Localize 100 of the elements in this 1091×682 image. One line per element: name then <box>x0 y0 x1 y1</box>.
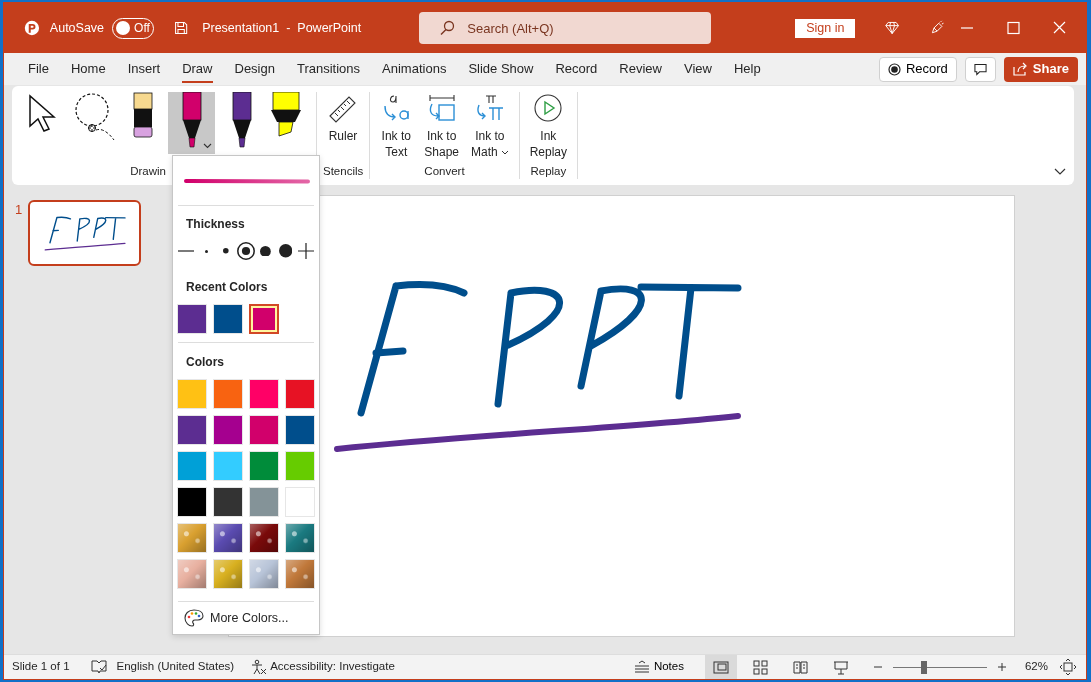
ribbon-tab[interactable]: Draw <box>182 54 213 84</box>
pen-sparkle-icon[interactable] <box>929 19 944 37</box>
color-swatch[interactable] <box>213 451 243 481</box>
maximize-icon <box>1006 21 1020 35</box>
increase-thickness-icon <box>297 243 314 259</box>
texture-swatch[interactable] <box>177 523 207 553</box>
record-button[interactable]: Record <box>878 56 957 82</box>
section-title: Thickness <box>185 216 246 233</box>
section-title: Colors <box>185 354 225 371</box>
app-logo-icon <box>24 18 40 38</box>
texture-swatch[interactable] <box>213 523 243 553</box>
color-swatch[interactable] <box>249 415 279 445</box>
color-swatch[interactable] <box>249 451 279 481</box>
color-swatch[interactable] <box>285 415 315 445</box>
ribbon-tab[interactable]: View <box>684 54 712 84</box>
pen-tool[interactable] <box>168 92 215 154</box>
accessibility-status[interactable]: Accessibility: Investigate <box>270 658 395 676</box>
fit-to-window-icon[interactable] <box>1060 659 1076 675</box>
reading-view-icon <box>792 659 809 675</box>
ribbon-command-button[interactable]: Ruler <box>323 92 363 144</box>
diamond-icon[interactable] <box>885 20 900 36</box>
ribbon-tab[interactable]: Insert <box>127 54 161 84</box>
ribbon-command-button[interactable]: Ink to Text <box>376 92 417 160</box>
thickness-dot-icon <box>260 245 272 257</box>
ribbon-tab[interactable]: Animations <box>382 54 447 84</box>
slide-number: 1 <box>15 201 23 219</box>
ribbon-tab[interactable]: Home <box>70 54 106 84</box>
group-label: Replay <box>529 164 568 179</box>
thickness-dot-icon <box>223 248 229 254</box>
color-swatch[interactable] <box>177 451 207 481</box>
slide-thumbnail[interactable] <box>28 200 142 266</box>
search-field[interactable]: Search (Alt+Q) <box>419 12 712 44</box>
comment-button[interactable] <box>964 56 996 82</box>
ribbon-command-button[interactable]: Ink to Math <box>467 92 513 160</box>
sorter-view-icon <box>752 659 769 675</box>
slide-counter: Slide 1 of 1 <box>12 659 70 675</box>
color-swatch[interactable] <box>285 379 315 409</box>
autosave-label: AutoSave <box>49 19 105 37</box>
highlighter-icon <box>269 92 303 140</box>
color-swatch[interactable] <box>177 304 207 334</box>
save-icon[interactable] <box>173 19 189 37</box>
caret-icon <box>203 143 212 149</box>
notes-icon <box>633 660 650 674</box>
ribbon-tab[interactable]: Help <box>733 54 761 84</box>
color-swatch[interactable] <box>213 304 243 334</box>
window-title: Presentation1 - PowerPoint <box>202 19 362 37</box>
more-colors-button[interactable]: More Colors... <box>184 609 319 628</box>
notes-button[interactable]: Notes <box>633 658 684 676</box>
plus-icon <box>996 662 1007 673</box>
color-swatch[interactable] <box>177 379 207 409</box>
color-swatch[interactable] <box>213 487 243 517</box>
group-label: Stencils <box>323 164 364 179</box>
show-view-icon <box>832 659 849 675</box>
group-label: Drawin <box>130 164 166 179</box>
ribbon-command-button[interactable]: Ink to Shape <box>420 92 463 160</box>
sign-in-button[interactable]: Sign in <box>795 18 856 38</box>
ribbon-tab[interactable]: File <box>28 54 49 84</box>
eraser-icon <box>132 92 154 140</box>
color-swatch[interactable] <box>213 379 243 409</box>
color-swatch[interactable] <box>285 451 315 481</box>
ribbon-tab[interactable]: Record <box>555 54 598 84</box>
texture-swatch[interactable] <box>285 523 315 553</box>
increase-thickness-button[interactable] <box>296 241 315 261</box>
group-label: Convert <box>423 164 466 179</box>
ribbon-tab[interactable]: Transitions <box>296 54 361 84</box>
replay-icon <box>532 92 565 124</box>
color-swatch[interactable] <box>249 379 279 409</box>
thickness-dot-icon <box>204 249 208 253</box>
ribbon-command-button[interactable]: Ink Replay <box>525 92 572 160</box>
accessibility-icon[interactable] <box>251 659 268 675</box>
language-indicator[interactable]: English (United States) <box>116 658 235 676</box>
search-icon <box>439 20 456 36</box>
texture-swatch[interactable] <box>249 523 279 553</box>
texture-swatch[interactable] <box>285 559 315 589</box>
share-icon <box>1012 62 1028 76</box>
color-swatch[interactable] <box>249 304 279 334</box>
ribbon-tab[interactable]: Design <box>234 54 275 84</box>
share-button[interactable]: Share <box>1003 56 1078 82</box>
color-swatch[interactable] <box>177 487 207 517</box>
texture-swatch[interactable] <box>249 559 279 589</box>
speech-bubble-icon <box>973 62 987 76</box>
color-swatch[interactable] <box>213 415 243 445</box>
color-swatch[interactable] <box>249 487 279 517</box>
collapse-ribbon-icon[interactable] <box>1054 168 1066 176</box>
thickness-dot-icon <box>279 244 293 258</box>
ribbon-tab[interactable]: Slide Show <box>468 54 534 84</box>
view-button[interactable] <box>704 655 737 679</box>
book-check-icon[interactable] <box>90 660 107 674</box>
color-swatch[interactable] <box>177 415 207 445</box>
section-title: Recent Colors <box>185 279 269 296</box>
selected-thickness-button[interactable] <box>236 241 256 261</box>
color-swatch[interactable] <box>285 487 315 517</box>
record-icon <box>887 62 901 76</box>
selected-thickness-icon <box>237 242 255 260</box>
texture-swatch[interactable] <box>177 559 207 589</box>
zoom-level[interactable]: 62% <box>1024 658 1048 676</box>
close-icon <box>1052 21 1066 35</box>
texture-swatch[interactable] <box>213 559 243 589</box>
normal-view-icon <box>712 659 729 675</box>
ribbon-tab[interactable]: Review <box>619 54 662 84</box>
